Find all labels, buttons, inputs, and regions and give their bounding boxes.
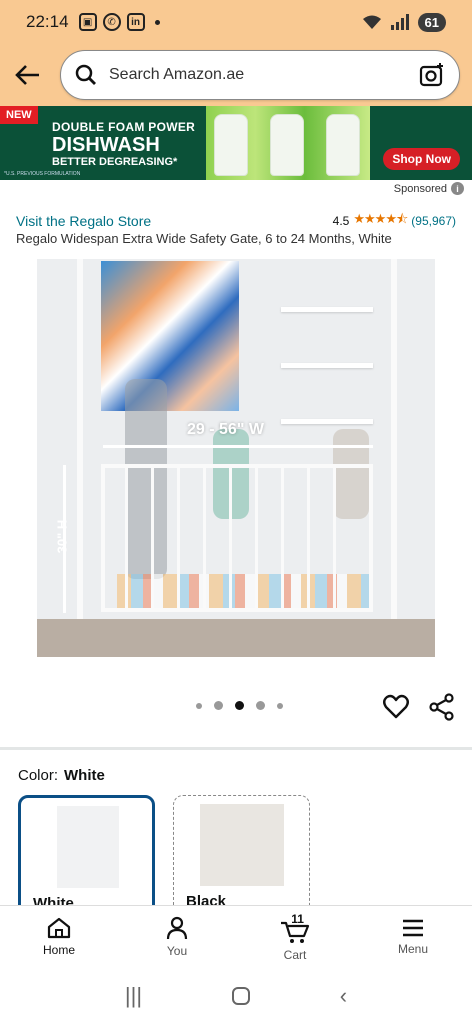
image-gate <box>101 464 373 612</box>
gate-bar <box>229 468 232 608</box>
recent-apps-icon[interactable]: ||| <box>125 983 142 1009</box>
color-label: Color: White <box>18 767 105 784</box>
new-badge: NEW <box>0 106 38 124</box>
home-button-icon[interactable] <box>231 986 250 1005</box>
image-shelf <box>281 363 373 368</box>
star-rating-icon: ★★★★⯪ <box>353 211 408 226</box>
linkedin-icon: in <box>126 13 145 31</box>
gate-bar <box>333 468 336 608</box>
signal-icon <box>390 14 409 30</box>
carousel-dot[interactable] <box>277 702 283 709</box>
whatsapp-icon: ✆ <box>102 13 121 31</box>
color-swatch-black[interactable]: Black <box>173 795 310 915</box>
status-bar: 22:14 ▣ ✆ in 61 <box>0 0 472 44</box>
carousel-dot[interactable] <box>214 701 223 710</box>
banner-line-3: BETTER DEGREASING* <box>52 156 178 168</box>
swatch-image <box>57 806 119 888</box>
rating-count[interactable]: (95,967) <box>411 214 456 228</box>
share-button[interactable] <box>428 693 456 721</box>
section-divider <box>0 747 472 750</box>
selected-color: White <box>64 767 105 784</box>
nav-label: Cart <box>283 947 307 962</box>
share-icon <box>429 693 454 721</box>
gate-bar <box>177 468 180 608</box>
carousel-dot[interactable] <box>256 701 265 710</box>
search-input[interactable]: Search Amazon.ae <box>60 50 460 100</box>
rating[interactable]: 4.5 ★★★★⯪ (95,967) <box>333 210 456 232</box>
more-notifications-icon <box>154 19 160 25</box>
gate-bar <box>203 468 206 608</box>
nav-label: You <box>166 943 188 958</box>
banner-text: DOUBLE FOAM POWER DISHWASH BETTER DEGREA… <box>52 120 195 168</box>
bottle-image <box>214 114 248 176</box>
bottle-image <box>326 114 360 176</box>
nav-home[interactable]: Home <box>0 906 118 967</box>
sponsored-banner[interactable]: NEW DOUBLE FOAM POWER DISHWASH BETTER DE… <box>0 106 472 180</box>
gate-bar <box>255 468 258 608</box>
back-arrow-icon <box>15 65 39 85</box>
width-arrow <box>103 445 373 448</box>
carousel-dot-active[interactable] <box>235 701 244 710</box>
color-swatch-white[interactable]: White <box>18 795 155 915</box>
shop-now-button[interactable]: Shop Now <box>383 148 460 170</box>
sponsored-text: Sponsored <box>393 182 447 195</box>
image-floor <box>37 619 435 657</box>
store-rating-row: Visit the Regalo Store 4.5 ★★★★⯪ (95,967… <box>16 210 456 232</box>
wishlist-button[interactable] <box>382 693 410 721</box>
product-image[interactable]: 29 - 56" W 30" H <box>37 259 435 657</box>
banner-line-1: DOUBLE FOAM POWER <box>52 120 196 134</box>
sponsored-label[interactable]: Sponsored i <box>394 182 464 195</box>
wifi-icon <box>362 15 381 29</box>
height-label: 30" H <box>54 519 70 554</box>
notification-icons: ▣ ✆ in <box>78 13 160 31</box>
cart-count-badge: 11 <box>291 912 304 926</box>
home-icon <box>47 917 71 938</box>
battery-indicator: 61 <box>417 12 446 32</box>
gate-bar <box>151 468 154 608</box>
banner-fine-print: *U.S. PREVIOUS FORMULATION <box>4 171 81 177</box>
search-placeholder: Search Amazon.ae <box>109 66 245 83</box>
bottom-nav: Home You 11 Cart Menu <box>0 905 472 967</box>
banner-line-2: DISHWASH <box>52 134 160 156</box>
rating-value: 4.5 <box>332 214 350 228</box>
system-nav-bar: ||| ‹ <box>0 967 472 1024</box>
product-title: Regalo Widespan Extra Wide Safety Gate, … <box>16 231 392 246</box>
status-time: 22:14 <box>26 12 69 31</box>
width-label: 29 - 56" W <box>187 421 264 438</box>
info-icon[interactable]: i <box>451 182 464 195</box>
nav-label: Home <box>42 942 75 957</box>
status-right: 61 <box>362 12 446 32</box>
person-icon <box>166 916 188 939</box>
nav-menu[interactable]: Menu <box>354 906 472 967</box>
search-icon <box>75 64 96 85</box>
nav-cart[interactable]: 11 Cart <box>236 906 354 967</box>
image-painting <box>101 261 239 411</box>
gate-bar <box>125 468 128 608</box>
swatch-image <box>200 804 284 886</box>
gate-bar <box>281 468 284 608</box>
bottle-image <box>270 114 304 176</box>
gate-bar <box>307 468 310 608</box>
banner-product-image <box>206 106 370 180</box>
screenshot-icon: ▣ <box>78 13 97 31</box>
camera-search-icon[interactable] <box>419 62 445 88</box>
back-button[interactable] <box>12 59 44 91</box>
search-header: Search Amazon.ae <box>0 44 472 106</box>
nav-you[interactable]: You <box>118 906 236 967</box>
nav-label: Menu <box>397 941 429 956</box>
menu-icon <box>403 919 423 936</box>
image-shelf <box>281 307 373 312</box>
image-shelf <box>281 419 373 424</box>
color-label-text: Color: <box>18 767 59 784</box>
back-nav-icon[interactable]: ‹ <box>340 983 347 1009</box>
store-link[interactable]: Visit the Regalo Store <box>16 213 151 229</box>
image-carousel-dots[interactable] <box>196 701 283 710</box>
heart-icon <box>383 694 409 719</box>
carousel-dot[interactable] <box>196 702 202 709</box>
